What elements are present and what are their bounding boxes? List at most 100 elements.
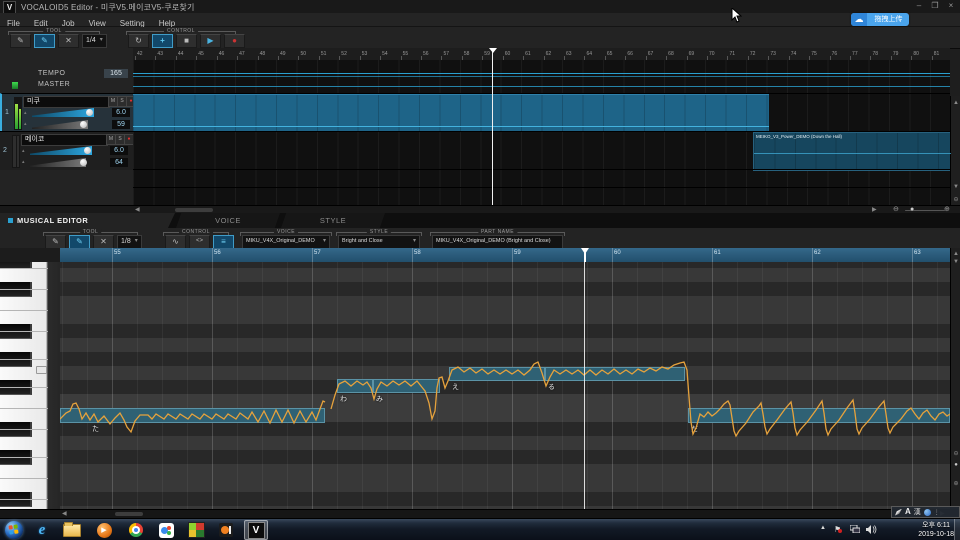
- measure-number-58: 58: [414, 250, 421, 256]
- record-button[interactable]: ●: [224, 33, 245, 48]
- measure-number-73: 73: [770, 51, 776, 57]
- ime-options-icon[interactable]: ⋮: [934, 509, 940, 516]
- scroll-down-icon[interactable]: ▼: [951, 259, 960, 265]
- restore-button[interactable]: ❐: [928, 1, 942, 11]
- taskbar-clock[interactable]: 오후 6:11 2019-10-18: [918, 521, 954, 539]
- vzoom-out-icon[interactable]: ⊖: [951, 450, 960, 457]
- taskbar-vocaloid-icon[interactable]: V: [244, 520, 268, 540]
- collapse-icon[interactable]: ▼: [951, 184, 960, 190]
- windows-taskbar: e ▶ V ▲ ⚑ 오후 6:11 2019-10-18: [0, 518, 960, 540]
- piano-roll-ruler[interactable]: 55 56 57 58 59 60 61 62 63: [60, 248, 950, 263]
- style-dropdown[interactable]: Bright and Close ▾: [338, 234, 420, 249]
- volume-slider[interactable]: [32, 108, 94, 117]
- zoom-out-icon[interactable]: ⊖: [951, 196, 960, 203]
- piano-keyboard[interactable]: [0, 262, 60, 509]
- editor-playhead-marker[interactable]: [581, 248, 589, 262]
- taskbar-ie-icon[interactable]: e: [30, 520, 54, 540]
- track-name-field[interactable]: 메이코: [21, 134, 108, 146]
- play-button[interactable]: ▶: [200, 33, 221, 48]
- part-pitch-line: [754, 153, 951, 154]
- taskbar-explorer-icon[interactable]: [60, 520, 84, 540]
- loop-button[interactable]: ↻: [128, 33, 149, 48]
- pointer-pencil-tool[interactable]: ✎: [10, 33, 31, 48]
- track-name-field[interactable]: 미쿠: [23, 96, 110, 108]
- measure-number-78: 78: [872, 51, 879, 57]
- tab-voice[interactable]: VOICE: [176, 213, 280, 228]
- part-name-field[interactable]: MIKU_V4X_Original_DEMO (Bright and Close…: [432, 234, 563, 249]
- timeline-playhead[interactable]: [489, 48, 497, 205]
- track-row-miku[interactable]: 1 미쿠 M S ● ▴ 6.0 ▴ 59: [0, 93, 136, 132]
- display-switch-icon[interactable]: [849, 524, 861, 535]
- mouse-cursor: [731, 6, 743, 29]
- pan-knob[interactable]: [80, 121, 87, 128]
- scroll-up-icon[interactable]: ▲: [951, 251, 960, 257]
- measure-number-55: 55: [402, 51, 409, 57]
- part-region-label: MEIKO_V3_Power_DEMO (Down the Hall): [756, 134, 843, 139]
- white-key-separator: [0, 310, 48, 311]
- meiko-part-region[interactable]: MEIKO_V3_Power_DEMO (Down the Hall): [753, 132, 952, 171]
- taskbar-media-player-icon[interactable]: ▶: [92, 520, 116, 540]
- pan-knob[interactable]: [80, 159, 87, 166]
- erase-tool[interactable]: ✕: [58, 33, 79, 48]
- master-meter-icon: [12, 82, 18, 89]
- scroll-left-icon[interactable]: ◀: [62, 510, 67, 518]
- tempo-value-box[interactable]: 165: [104, 69, 128, 78]
- taskbar-chrome-icon[interactable]: [124, 520, 148, 540]
- tab-style[interactable]: STYLE: [281, 213, 385, 228]
- hidden-icons-button[interactable]: ▲: [820, 525, 826, 531]
- minimize-button[interactable]: –: [912, 1, 926, 11]
- ime-pen-icon[interactable]: [895, 508, 902, 516]
- note-expand-button[interactable]: <>: [189, 234, 210, 249]
- arrangement-area: TEMPO 165 MASTER 1 미쿠 M S ● ▴ 6.0 ▴ 59 2…: [0, 48, 960, 253]
- scrollbar-thumb[interactable]: [115, 512, 143, 516]
- scrollbar-thumb[interactable]: [175, 208, 213, 212]
- lyric-lines-view-button[interactable]: ≡: [213, 234, 234, 249]
- track-lanes[interactable]: MEIKO_V3_Power_DEMO (Down the Hall): [133, 60, 952, 205]
- quantize-dropdown[interactable]: 1/4 ▾: [82, 33, 107, 48]
- pitch-wave-view-button[interactable]: ∿: [165, 234, 186, 249]
- scroll-up-icon[interactable]: ▲: [951, 100, 960, 106]
- measure-number-60: 60: [504, 51, 511, 57]
- show-desktop-button[interactable]: [954, 519, 960, 540]
- editor-horizontal-scrollbar[interactable]: ◀ ▶: [0, 509, 960, 518]
- vzoom-in-icon[interactable]: ⊕: [951, 480, 960, 487]
- volume-knob[interactable]: [86, 109, 93, 116]
- measure-number-52: 52: [341, 51, 347, 57]
- track-row-meiko[interactable]: 2 메이코 M S ● ▴ 6.0 ▴ 64: [0, 131, 134, 170]
- measure-number-53: 53: [361, 51, 368, 57]
- draw-pencil-tool[interactable]: ✎: [34, 33, 55, 48]
- measure-number-42: 42: [137, 51, 143, 57]
- measure-number-51: 51: [320, 51, 327, 57]
- editor-vertical-scrollbar[interactable]: ▲ ▼ ⊖ ● ⊕: [950, 248, 960, 509]
- measure-number-63: 63: [914, 250, 921, 256]
- scrub-button[interactable]: +: [152, 33, 173, 48]
- taskbar-weiyun-icon[interactable]: [154, 520, 178, 540]
- editor-erase-tool[interactable]: ✕: [93, 234, 114, 249]
- taskbar-game-icon[interactable]: [184, 520, 208, 540]
- ime-settings-icon[interactable]: [923, 508, 931, 516]
- volume-knob[interactable]: [84, 147, 91, 154]
- track-number: 2: [3, 147, 7, 154]
- volume-slider[interactable]: [30, 146, 92, 155]
- measure-number-70: 70: [709, 51, 715, 57]
- piano-roll-grid[interactable]: たわみえるだ: [60, 262, 950, 509]
- editor-pointer-pencil-tool[interactable]: ✎: [45, 234, 66, 249]
- taskbar-presentation-icon[interactable]: [214, 520, 238, 540]
- vzoom-slider-knob[interactable]: ●: [951, 462, 960, 468]
- editor-draw-pencil-tool[interactable]: ✎: [69, 234, 90, 249]
- miku-part-region[interactable]: [133, 94, 769, 132]
- voice-dropdown[interactable]: MIKU_V4X_Original_DEMO ▾: [242, 234, 330, 249]
- pan-slider[interactable]: [30, 158, 86, 167]
- stop-button[interactable]: ■: [176, 33, 197, 48]
- action-center-flag-icon[interactable]: ⚑: [834, 525, 842, 534]
- editor-playhead-line[interactable]: [584, 262, 585, 509]
- close-button[interactable]: ×: [944, 1, 958, 11]
- volume-speaker-icon[interactable]: [866, 525, 877, 536]
- tab-musical-editor[interactable]: MUSICAL EDITOR: [0, 213, 175, 228]
- drag-upload-badge[interactable]: ☁ 拖拽上传: [851, 13, 909, 26]
- editor-quantize-dropdown[interactable]: 1/8 ▾: [117, 234, 142, 249]
- measure-tick: [412, 248, 413, 262]
- white-key-separator: [0, 331, 48, 332]
- part-name-value: MIKU_V4X_Original_DEMO (Bright and Close…: [436, 238, 551, 244]
- start-button[interactable]: [5, 521, 23, 539]
